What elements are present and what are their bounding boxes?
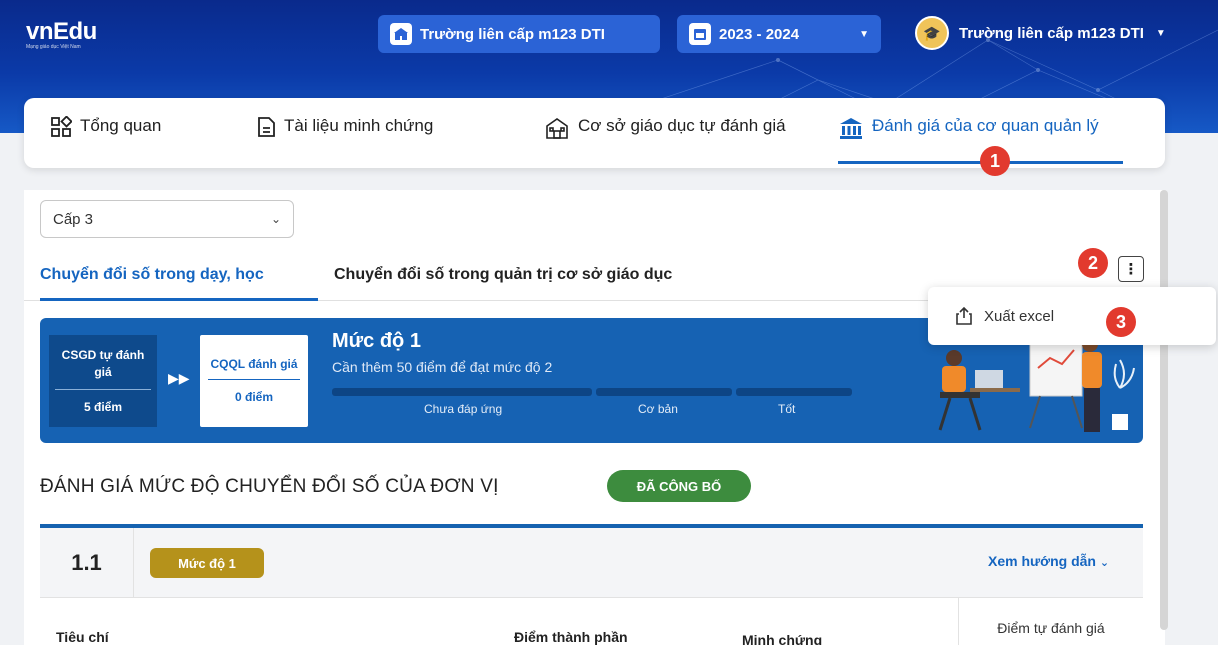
self-assessment-points: 5 điểm	[83, 400, 122, 414]
tab-overview-label: Tổng quan	[80, 116, 162, 135]
school-year-label: 2023 - 2024	[719, 25, 800, 43]
step-marker-1: 1	[980, 146, 1010, 176]
logo-tagline: Mạng giáo dục Việt Nam	[26, 44, 81, 50]
tab-self-assessment-label: Cơ sở giáo dục tự đánh giá	[578, 116, 786, 135]
chevron-down-icon: ⌄	[270, 212, 281, 226]
criteria-block: 1.1 Mức độ 1 Xem hướng dẫn ⌄ Tiêu chí Đi…	[40, 524, 1143, 645]
criteria-level-badge: Mức độ 1	[150, 548, 264, 578]
step-marker-2: 2	[1078, 248, 1108, 278]
management-assessment-points: 0 điểm	[234, 390, 273, 404]
grid-icon	[51, 116, 72, 137]
subtab-active-indicator	[40, 298, 318, 301]
step-marker-3: 3	[1106, 307, 1136, 337]
logo-text: vnEdu	[26, 18, 97, 45]
view-guide-link[interactable]: Xem hướng dẫn ⌄	[988, 553, 1109, 569]
subtab-teaching[interactable]: Chuyển đổi số trong dạy, học	[40, 266, 264, 284]
level-bar-label-good: Tốt	[778, 402, 796, 416]
school-level-value: Cấp 3	[53, 210, 94, 228]
tab-management-assessment-label: Đánh giá của cơ quan quản lý	[872, 116, 1099, 135]
section-title: ĐÁNH GIÁ MỨC ĐỘ CHUYỂN ĐỔI SỐ CỦA ĐƠN VỊ	[40, 476, 499, 497]
bank-icon	[840, 118, 862, 139]
column-header-self-score: Điểm tự đánh giá	[958, 598, 1143, 645]
management-assessment-title: CQQL đánh giá	[210, 357, 298, 371]
chevron-down-icon: ▼	[859, 28, 869, 40]
tab-evidence-docs-label: Tài liệu minh chứng	[284, 116, 434, 135]
school-building-icon	[390, 23, 412, 45]
content-panel: Cấp 3 ⌄ Chuyển đổi số trong dạy, học Chu…	[24, 190, 1165, 645]
export-excel-item[interactable]: Xuất excel	[984, 308, 1054, 325]
tab-self-assessment[interactable]: Cơ sở giáo dục tự đánh giá	[544, 116, 786, 164]
level-progress-hint: Cần thêm 50 điểm để đạt mức độ 2	[332, 359, 553, 375]
status-badge: ĐÃ CÔNG BỐ	[607, 470, 751, 502]
column-header-component-score: Điểm thành phần	[514, 629, 628, 645]
tab-evidence-docs[interactable]: Tài liệu minh chứng	[256, 116, 433, 164]
level-bar-label-not-met: Chưa đáp ứng	[424, 402, 503, 416]
chevron-down-icon: ▼	[1155, 27, 1166, 39]
upload-icon[interactable]	[954, 306, 974, 326]
column-header-evidence: Minh chứng	[742, 632, 823, 645]
level-bar-good	[736, 388, 852, 396]
level-bar-not-met	[332, 388, 592, 396]
column-header-criterion: Tiêu chí	[56, 629, 109, 645]
self-assessment-box: CSGD tự đánh giá 5 điểm	[49, 335, 157, 427]
chevron-down-icon: ⌄	[1099, 557, 1110, 569]
avatar: 🎓	[915, 16, 949, 50]
view-guide-label: Xem hướng dẫn	[988, 553, 1096, 569]
document-icon	[258, 117, 275, 137]
more-options-button[interactable]: ⋮	[1118, 256, 1144, 282]
scrollbar[interactable]	[1160, 190, 1168, 630]
school-selector[interactable]: Trường liên cấp m123 DTI	[378, 15, 660, 53]
level-bar-label-basic: Cơ bản	[638, 402, 678, 416]
self-assessment-title: CSGD tự đánh giá	[61, 348, 145, 379]
export-menu: Xuất excel	[928, 287, 1216, 345]
calendar-icon	[689, 23, 711, 45]
school-icon	[546, 118, 568, 139]
subtab-management[interactable]: Chuyển đổi số trong quản trị cơ sở giáo …	[334, 266, 672, 284]
school-selector-label: Trường liên cấp m123 DTI	[420, 25, 605, 43]
level-bar-basic	[596, 388, 732, 396]
criteria-header: 1.1 Mức độ 1 Xem hướng dẫn ⌄	[40, 528, 1143, 598]
user-name: Trường liên cấp m123 DTI	[959, 24, 1144, 42]
user-menu[interactable]: 🎓 Trường liên cấp m123 DTI ▼	[915, 16, 1166, 50]
tab-overview[interactable]: Tổng quan	[50, 116, 161, 164]
criteria-number: 1.1	[40, 528, 134, 598]
more-vertical-icon: ⋮	[1123, 261, 1139, 278]
school-year-selector[interactable]: 2023 - 2024 ▼	[677, 15, 881, 53]
management-assessment-box: CQQL đánh giá 0 điểm	[200, 335, 308, 427]
current-level-title: Mức độ 1	[332, 330, 421, 352]
double-chevron-right-icon: ▶▶	[168, 370, 190, 386]
vnedu-logo[interactable]: vnEdu Mạng giáo dục Việt Nam	[26, 18, 97, 50]
school-level-select[interactable]: Cấp 3 ⌄	[40, 200, 294, 238]
